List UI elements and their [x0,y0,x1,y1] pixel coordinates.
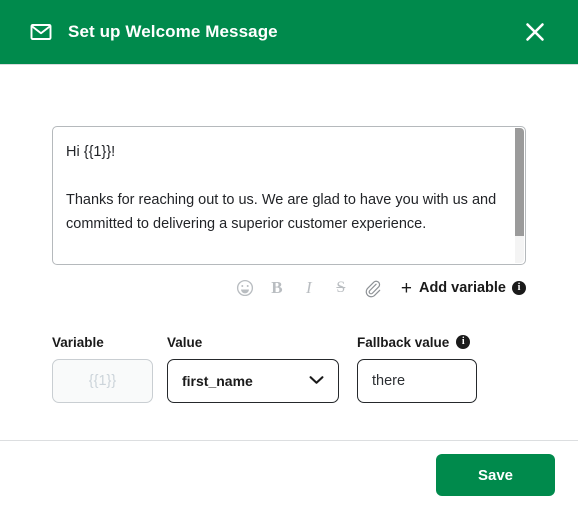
fallback-input-value: there [372,373,406,389]
message-textarea[interactable]: Hi {{1}}! Thanks for reaching out to us.… [52,126,526,265]
chevron-down-icon [309,373,324,389]
page-title: Set up Welcome Message [68,22,278,41]
fallback-label-text: Fallback value [357,334,450,350]
value-field-group: Value first_name [167,334,339,403]
bold-button[interactable]: B [261,273,293,303]
paperclip-icon[interactable] [357,273,389,303]
modal-header: Set up Welcome Message [0,0,578,65]
fallback-input[interactable]: there [357,359,477,403]
plus-icon: + [400,277,412,299]
envelope-icon [28,19,54,45]
fallback-label: Fallback value i [357,334,477,350]
scrollbar-thumb[interactable] [515,128,524,236]
strikethrough-button[interactable]: S [325,273,357,303]
variable-label: Variable [52,334,104,350]
value-select[interactable]: first_name [167,359,339,403]
fallback-field-group: Fallback value i there [357,334,477,403]
textarea-scrollbar[interactable] [515,128,524,263]
variable-input-value: {{1}} [88,373,117,389]
add-variable-label: Add variable [418,280,506,296]
modal-body: Hi {{1}}! Thanks for reaching out to us.… [0,65,578,440]
info-icon[interactable]: i [512,281,526,295]
variable-input: {{1}} [52,359,153,403]
close-icon[interactable] [518,15,552,49]
italic-button[interactable]: I [293,273,325,303]
modal-footer: Save [0,440,578,509]
add-variable-button[interactable]: + Add variable i [401,279,526,298]
save-button[interactable]: Save [436,454,555,496]
message-text: Hi {{1}}! Thanks for reaching out to us.… [66,144,497,232]
value-label: Value [167,334,203,350]
welcome-message-modal: Set up Welcome Message Hi {{1}}! Thanks … [0,0,578,509]
format-toolbar: B I S + Add variable i [52,271,526,305]
variable-row: Variable {{1}} Value first_name Fallback… [52,334,477,403]
info-icon[interactable]: i [456,335,471,349]
value-select-text: first_name [182,373,253,389]
message-composer-area: Hi {{1}}! Thanks for reaching out to us.… [52,126,526,305]
variable-field-group: Variable {{1}} [52,334,153,403]
emoji-icon[interactable] [229,273,261,303]
